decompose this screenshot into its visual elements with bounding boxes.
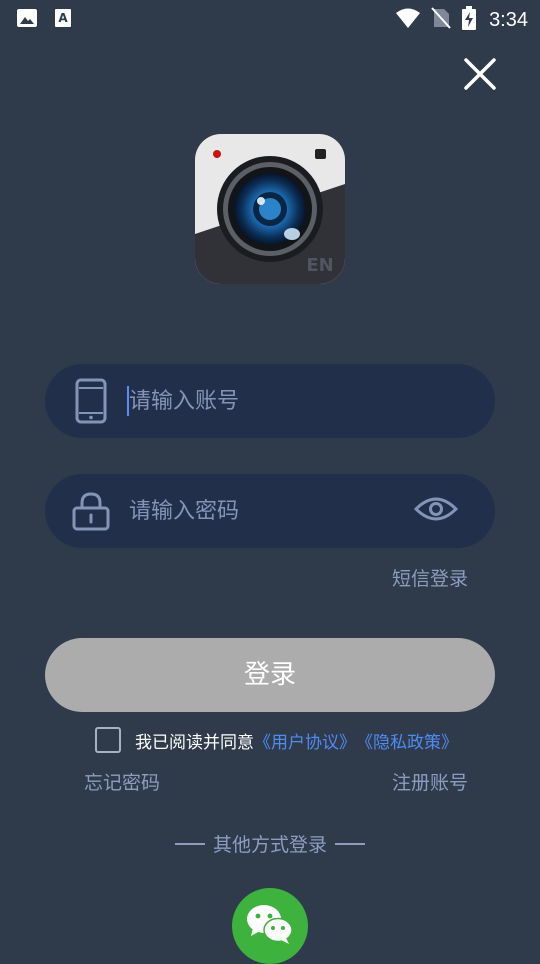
status-right-icons: 3:34 — [395, 6, 528, 34]
app-logo: EN — [195, 134, 345, 284]
agreement-checkbox[interactable] — [95, 727, 121, 753]
register-link[interactable]: 注册账号 — [392, 768, 468, 795]
text-cursor — [127, 386, 129, 416]
camera-logo-icon: EN — [195, 134, 345, 284]
other-login-label: 其他方式登录 — [212, 834, 327, 856]
divider-line-right — [335, 842, 365, 845]
wechat-login-button[interactable] — [232, 888, 308, 964]
privacy-policy-link[interactable]: 《隐私政策》 — [356, 728, 458, 753]
battery-charging-icon — [461, 6, 477, 34]
wechat-icon — [245, 902, 295, 950]
login-button[interactable]: 登录 — [45, 638, 495, 712]
svg-text:A: A — [58, 11, 68, 25]
logo-badge-text: EN — [306, 255, 333, 276]
account-field[interactable] — [45, 364, 495, 438]
eye-icon — [413, 495, 459, 527]
status-bar: A 3:34 — [0, 0, 540, 36]
status-left-icons: A — [16, 8, 72, 32]
no-sim-icon — [431, 7, 451, 33]
agreement-row: 我已阅读并同意 《用户协议》 《隐私政策》 — [95, 726, 458, 754]
close-button[interactable] — [458, 54, 502, 98]
phone-icon — [69, 378, 113, 424]
status-time: 3:34 — [489, 8, 528, 31]
gallery-icon — [16, 8, 38, 32]
user-agreement-link[interactable]: 《用户协议》 — [254, 728, 356, 753]
font-icon: A — [54, 8, 72, 32]
wifi-icon — [395, 7, 421, 33]
close-icon — [463, 57, 497, 95]
password-field[interactable] — [45, 474, 495, 548]
password-visibility-toggle[interactable] — [413, 494, 459, 528]
divider-line-left — [174, 842, 205, 845]
agreement-text: 我已阅读并同意 — [135, 732, 254, 753]
lock-icon — [69, 488, 113, 534]
password-input[interactable] — [129, 490, 409, 532]
sms-login-link[interactable]: 短信登录 — [392, 564, 468, 591]
account-input[interactable] — [129, 380, 409, 422]
other-login-divider: 其他方式登录 — [0, 830, 540, 857]
forgot-password-link[interactable]: 忘记密码 — [84, 768, 160, 795]
